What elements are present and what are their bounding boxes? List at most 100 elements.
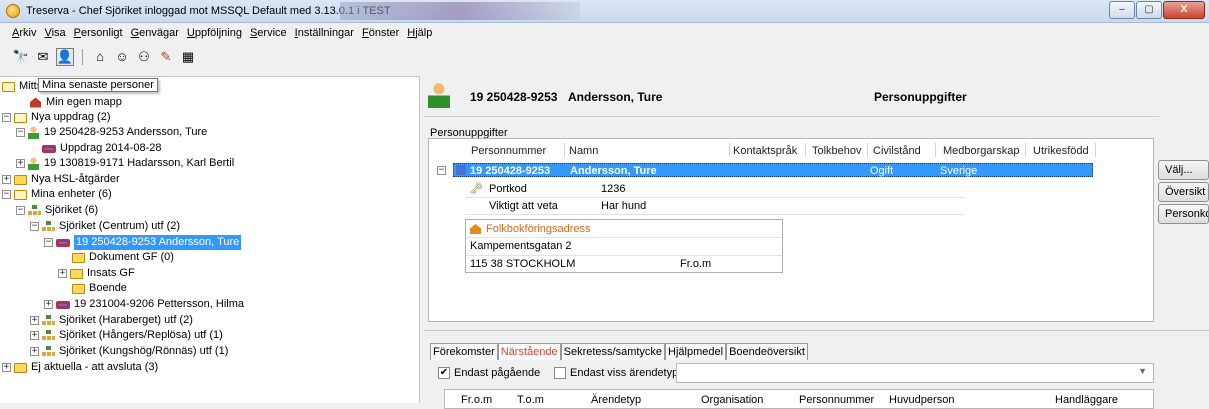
tree-label: Nya HSL-åtgärder: [31, 173, 120, 185]
tree-kungshog[interactable]: + Sjöriket (Kungshög/Rönnäs) utf (1): [30, 344, 228, 359]
collapse-icon[interactable]: −: [16, 128, 25, 137]
case-type-dropdown[interactable]: ▼: [676, 363, 1154, 383]
address-street: Kampementsgatan 2: [470, 240, 572, 252]
col-personnummer[interactable]: Personnummer: [471, 145, 546, 157]
expand-icon[interactable]: +: [2, 175, 11, 184]
tree-label: Uppdrag 2014-08-28: [60, 142, 162, 154]
col-civilstand[interactable]: Civilstånd: [873, 145, 921, 157]
expand-icon[interactable]: +: [30, 316, 39, 325]
col-kontaktsprak[interactable]: Kontaktspråk: [733, 145, 797, 157]
pen-icon[interactable]: ✎: [157, 48, 175, 66]
recent-persons-icon[interactable]: 👤: [56, 48, 74, 66]
col-casetype[interactable]: Ärendetyp: [591, 394, 641, 406]
collapse-icon[interactable]: −: [437, 166, 446, 175]
menu-arkiv[interactable]: Arkiv: [12, 27, 36, 39]
mail-icon[interactable]: ✉: [34, 48, 52, 66]
menu-uppfoljning[interactable]: Uppföljning: [187, 27, 242, 39]
menu-hjalp[interactable]: Hjälp: [407, 27, 432, 39]
col-namn[interactable]: Namn: [569, 145, 598, 157]
tree-selected-case[interactable]: − 19 250428-9253 Andersson, Ture: [44, 235, 242, 250]
detail-value: 1236: [601, 183, 626, 195]
tree-new-assignments[interactable]: − Nya uppdrag (2): [2, 110, 111, 125]
close-button[interactable]: X: [1163, 1, 1205, 19]
tree-hsl[interactable]: + Nya HSL-åtgärder: [2, 172, 120, 187]
tree-person1[interactable]: − 19 250428-9253 Andersson, Ture: [16, 125, 207, 140]
expand-icon[interactable]: +: [58, 269, 67, 278]
tab-narstaende[interactable]: Närstående: [497, 343, 561, 360]
address-city: 115 38 STOCKHOLM: [470, 258, 576, 270]
collapse-icon[interactable]: −: [16, 206, 25, 215]
col-main-person[interactable]: Huvudperson: [889, 394, 954, 406]
person-row[interactable]: 19 250428-9253 Andersson, Ture Ogift Sve…: [453, 163, 1093, 177]
home-folder-icon: [30, 97, 41, 108]
calendar-icon[interactable]: ▦: [179, 48, 197, 66]
tab-hjalpmedel[interactable]: Hjälpmedel: [665, 343, 727, 360]
menu-fonster[interactable]: Fönster: [362, 27, 399, 39]
row-civil: Ogift: [870, 165, 894, 177]
tree-label: Mina enheter (6): [31, 188, 112, 200]
organization-icon: [42, 346, 55, 357]
tree-label: Sjöriket (Haraberget) utf (2): [59, 314, 193, 326]
tree-doc-gf[interactable]: Dokument GF (0): [72, 250, 174, 265]
col-organisation[interactable]: Organisation: [701, 394, 763, 406]
binoculars-icon[interactable]: 🔭: [12, 48, 30, 66]
collapse-icon[interactable]: −: [44, 238, 53, 247]
person-card-button[interactable]: Personkort: [1158, 204, 1209, 224]
col-to[interactable]: T.o.m: [517, 394, 544, 406]
expand-icon[interactable]: +: [2, 363, 11, 372]
col-pnr[interactable]: Personnummer: [799, 394, 874, 406]
folder-open-icon: [14, 112, 27, 123]
tree-label: 19 130819-9171 Hadarsson, Karl Bertil: [44, 157, 235, 169]
tree-assignment1[interactable]: Uppdrag 2014-08-28: [42, 141, 162, 156]
tree-person2[interactable]: + 19 130819-9171 Hadarsson, Karl Bertil: [16, 156, 234, 171]
expand-icon[interactable]: +: [30, 331, 39, 340]
tree-centrum[interactable]: − Sjöriket (Centrum) utf (2): [30, 219, 180, 234]
tree-person3[interactable]: + 19 231004-9206 Pettersson, Hilma: [44, 297, 244, 312]
col-medborgarskap[interactable]: Medborgarskap: [943, 145, 1019, 157]
menu-personligt[interactable]: Personligt: [74, 27, 123, 39]
col-tolkbehov[interactable]: Tolkbehov: [812, 145, 862, 157]
tab-forekomster[interactable]: Förekomster: [430, 343, 498, 360]
col-handler[interactable]: Handläggare: [1055, 394, 1118, 406]
col-utrikesfodd[interactable]: Utrikesfödd: [1033, 145, 1089, 157]
tree-haraberget[interactable]: + Sjöriket (Haraberget) utf (2): [30, 313, 193, 328]
collapse-icon[interactable]: −: [30, 222, 39, 231]
menu-visa[interactable]: Visa: [44, 27, 65, 39]
tree-my-folder[interactable]: Min egen mapp: [30, 95, 122, 110]
tree-my-units[interactable]: − Mina enheter (6): [2, 187, 112, 202]
tree-insats-gf[interactable]: + Insats GF: [58, 266, 135, 281]
menu-genvagar[interactable]: Genvägar: [131, 27, 179, 39]
type-filter[interactable]: Endast viss ärendetyp: [554, 367, 678, 379]
minimize-button[interactable]: –: [1109, 1, 1135, 19]
menu-installningar[interactable]: Inställningar: [295, 27, 354, 39]
overview-button[interactable]: Översikt: [1158, 182, 1209, 202]
expand-icon[interactable]: +: [30, 347, 39, 356]
expand-icon[interactable]: +: [16, 159, 25, 168]
organization-icon: [42, 330, 55, 341]
tree-boende[interactable]: Boende: [72, 281, 127, 296]
type-checkbox[interactable]: [554, 367, 566, 379]
select-button[interactable]: Välj...: [1158, 160, 1209, 180]
collapse-icon[interactable]: −: [2, 113, 11, 122]
tree-label: Insats GF: [87, 267, 135, 279]
tab-sekretess[interactable]: Sekretess/samtycke: [560, 343, 666, 360]
tree-hangers[interactable]: + Sjöriket (Hångers/Replösa) utf (1): [30, 328, 223, 343]
case-icon: [56, 238, 70, 247]
collapse-icon[interactable]: −: [2, 190, 11, 199]
tree-sjoriket[interactable]: − Sjöriket (6): [16, 203, 98, 218]
col-from[interactable]: Fr.o.m: [461, 394, 492, 406]
folder-icon: [72, 283, 85, 294]
group-icon[interactable]: ☺: [113, 48, 131, 66]
tree-ej-aktuella[interactable]: + Ej aktuella - att avsluta (3): [2, 360, 158, 375]
tab-boendeoversikt[interactable]: Boendeöversikt: [726, 343, 808, 360]
menu-service[interactable]: Service: [250, 27, 287, 39]
expand-icon[interactable]: +: [44, 300, 53, 309]
home-icon[interactable]: ⌂: [91, 48, 109, 66]
case-icon: [42, 144, 56, 153]
tree-root[interactable]: Mitts: [2, 79, 42, 94]
ongoing-filter[interactable]: ✔ Endast pågående: [438, 367, 540, 379]
ongoing-checkbox[interactable]: ✔: [438, 367, 450, 379]
maximize-button[interactable]: ▢: [1136, 1, 1162, 19]
tree-label-selected: 19 250428-9253 Andersson, Ture: [74, 235, 242, 250]
family-icon[interactable]: ⚇: [135, 48, 153, 66]
